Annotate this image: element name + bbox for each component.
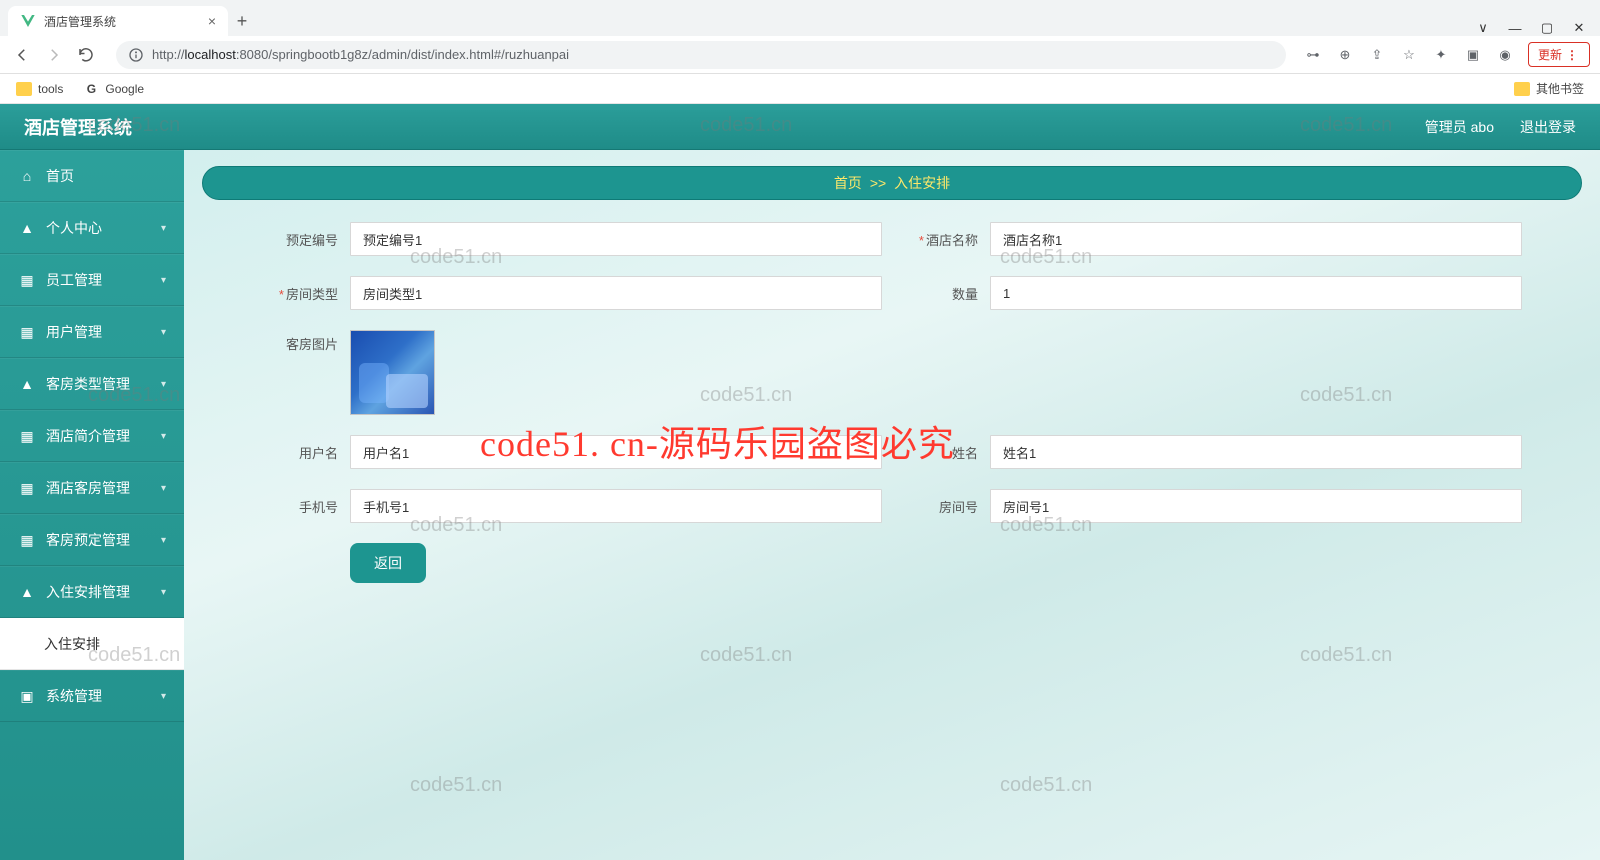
update-button[interactable]: 更新⋮ [1528,42,1590,67]
sidebar-item-users[interactable]: ▦用户管理▾ [0,306,184,358]
address-bar[interactable]: http://localhost:8080/springbootb1g8z/ad… [116,41,1286,69]
extensions-icon[interactable]: ✦ [1432,46,1450,64]
profile-icon[interactable]: ◉ [1496,46,1514,64]
admin-label[interactable]: 管理员 abo [1425,117,1494,137]
vue-favicon-icon [20,13,36,29]
input-booking-no[interactable] [350,222,882,256]
browser-toolbar: http://localhost:8080/springbootb1g8z/ad… [0,36,1600,74]
chevron-down-icon: ▾ [161,483,166,494]
user-icon: ▲ [18,220,36,236]
label-booking-no: 预定编号 [262,230,350,249]
share-icon[interactable]: ⇪ [1368,46,1386,64]
chevron-down-icon: ▾ [161,587,166,598]
sidebar-item-booking[interactable]: ▦客房预定管理▾ [0,514,184,566]
google-icon: G [83,81,99,97]
bookmark-other[interactable]: 其他书签 [1514,80,1584,97]
upload-icon: ▲ [18,584,36,600]
key-icon[interactable]: ⊶ [1304,46,1322,64]
url-host: localhost [185,47,236,62]
zoom-icon[interactable]: ⊕ [1336,46,1354,64]
input-hotel-name[interactable] [990,222,1522,256]
label-room-img: 客房图片 [262,330,350,353]
folder-icon [16,82,32,96]
maximize-icon[interactable]: ▢ [1540,20,1554,36]
breadcrumb-home[interactable]: 首页 [834,173,862,193]
app-root: 酒店管理系统 管理员 abo 退出登录 ⌂首页 ▲个人中心▾ ▦员工管理▾ ▦用… [0,104,1600,860]
input-phone[interactable] [350,489,882,523]
back-button[interactable] [8,41,36,69]
minimize-icon[interactable]: — [1508,21,1522,36]
chevron-down-icon: ▾ [161,691,166,702]
back-button[interactable]: 返回 [350,543,426,583]
input-qty[interactable] [990,276,1522,310]
folder-icon [1514,82,1530,96]
forward-button[interactable] [40,41,68,69]
grid-icon: ▦ [18,480,36,497]
label-qty: 数量 [902,284,990,303]
new-tab-button[interactable]: + [228,11,256,36]
label-hotel-name: *酒店名称 [902,230,990,249]
grid-icon: ▦ [18,532,36,549]
toolbar-icons: ⊶ ⊕ ⇪ ☆ ✦ ▣ ◉ 更新⋮ [1294,42,1600,67]
chevron-down-icon: ▾ [161,431,166,442]
checkin-form: 预定编号 *酒店名称 *房间类型 数量 [262,222,1522,583]
input-username[interactable] [350,435,882,469]
chevron-down-icon: ▾ [161,379,166,390]
input-room-no[interactable] [990,489,1522,523]
logout-link[interactable]: 退出登录 [1520,117,1576,137]
lock-icon: ▣ [18,688,36,705]
url-path: /springbootb1g8z/admin/dist/index.html#/… [268,47,569,62]
browser-chrome: 酒店管理系统 × + ∨ — ▢ ✕ http://localhost:8080… [0,0,1600,104]
sidebar-item-home[interactable]: ⌂首页 [0,150,184,202]
chevron-down-icon: ▾ [161,223,166,234]
room-image-thumb[interactable] [350,330,435,415]
site-info-icon [128,47,144,63]
sidebar-sub-checkin[interactable]: 入住安排 [0,618,184,670]
window-close-icon[interactable]: ✕ [1572,20,1586,36]
bookmark-tools[interactable]: tools [16,82,63,96]
chevron-down-icon: ▾ [161,275,166,286]
sidebar-item-profile[interactable]: ▲个人中心▾ [0,202,184,254]
label-room-type: *房间类型 [262,284,350,303]
chevron-down-icon: ▾ [161,535,166,546]
tab-title: 酒店管理系统 [44,13,116,30]
brand-title: 酒店管理系统 [24,114,132,140]
browser-tab[interactable]: 酒店管理系统 × [8,6,228,36]
input-room-type[interactable] [350,276,882,310]
url-scheme: http:// [152,47,185,62]
user-icon: ▲ [18,376,36,392]
sidebar-item-system[interactable]: ▣系统管理▾ [0,670,184,722]
grid-icon: ▦ [18,324,36,341]
bookmark-google[interactable]: GGoogle [83,81,144,97]
close-tab-icon[interactable]: × [200,13,216,29]
label-name: 姓名 [902,443,990,462]
window-controls: ∨ — ▢ ✕ [1476,20,1600,36]
breadcrumb-current: 入住安排 [894,173,950,193]
reload-button[interactable] [72,41,100,69]
url-port: :8080 [236,47,269,62]
content-area: 首页 >> 入住安排 预定编号 *酒店名称 *房间 [184,150,1600,860]
side-panel-icon[interactable]: ▣ [1464,46,1482,64]
label-phone: 手机号 [262,497,350,516]
bookmarks-bar: tools GGoogle 其他书签 [0,74,1600,104]
sidebar-item-staff[interactable]: ▦员工管理▾ [0,254,184,306]
sidebar: ⌂首页 ▲个人中心▾ ▦员工管理▾ ▦用户管理▾ ▲客房类型管理▾ ▦酒店简介管… [0,150,184,860]
chevron-down-icon: ▾ [161,327,166,338]
label-room-no: 房间号 [902,497,990,516]
sidebar-item-intro[interactable]: ▦酒店简介管理▾ [0,410,184,462]
label-username: 用户名 [262,443,350,462]
chevron-down-icon[interactable]: ∨ [1476,20,1490,36]
grid-icon: ▦ [18,272,36,289]
home-icon: ⌂ [18,168,36,184]
star-icon[interactable]: ☆ [1400,46,1418,64]
breadcrumb-sep: >> [870,175,886,191]
grid-icon: ▦ [18,428,36,445]
sidebar-item-rooms[interactable]: ▦酒店客房管理▾ [0,462,184,514]
breadcrumb: 首页 >> 入住安排 [202,166,1582,200]
sidebar-item-room-type[interactable]: ▲客房类型管理▾ [0,358,184,410]
input-name[interactable] [990,435,1522,469]
tab-strip: 酒店管理系统 × + ∨ — ▢ ✕ [0,0,1600,36]
sidebar-item-checkin[interactable]: ▲入住安排管理▾ [0,566,184,618]
app-header: 酒店管理系统 管理员 abo 退出登录 [0,104,1600,150]
